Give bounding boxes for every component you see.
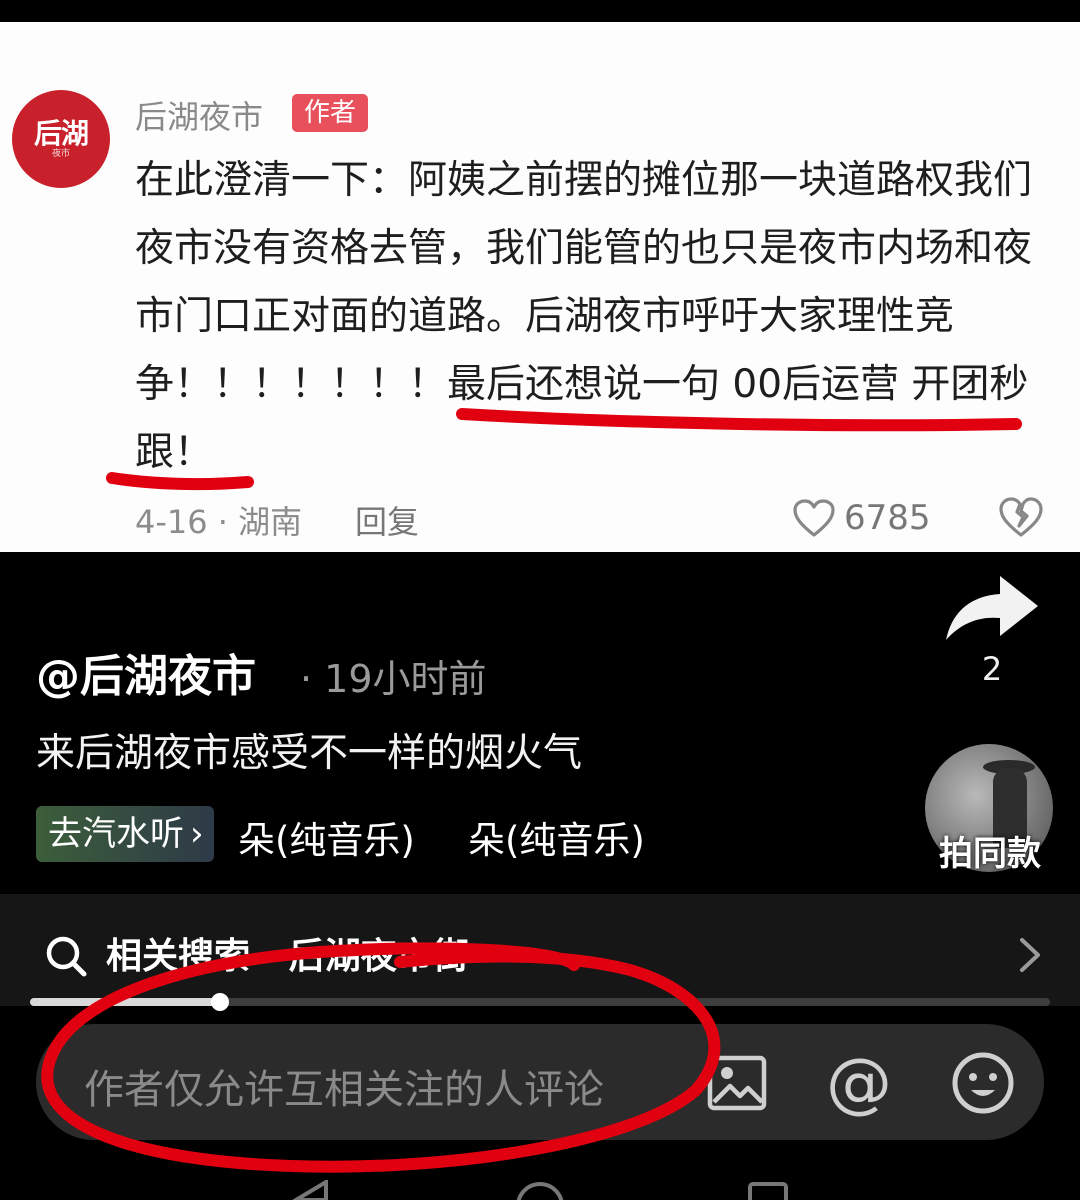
- author-badge: 作者: [292, 94, 368, 132]
- avatar-logo-sub: 夜市: [51, 149, 70, 159]
- system-nav-bar: [292, 1180, 788, 1200]
- video-progress-fill: [30, 998, 220, 1006]
- like-count: 6785: [844, 498, 931, 538]
- nav-recents-icon: [748, 1182, 788, 1200]
- broken-heart-icon[interactable]: [998, 496, 1044, 538]
- music-app-label: 去汽水听: [48, 814, 184, 854]
- music-title[interactable]: 朵(纯音乐): [238, 810, 415, 864]
- author-avatar[interactable]: 后湖 夜市: [12, 90, 110, 188]
- share-count: 2: [981, 650, 1003, 688]
- chevron-right-icon: ›: [190, 814, 204, 854]
- at-mention-icon[interactable]: @: [826, 1048, 892, 1118]
- comment-input-placeholder[interactable]: 作者仅允许互相关注的人评论: [84, 1057, 604, 1115]
- related-search-text[interactable]: 相关搜索 · 后湖夜市街: [106, 927, 469, 979]
- emoji-icon[interactable]: [950, 1050, 1016, 1116]
- same-style-label[interactable]: 拍同款: [930, 826, 1050, 875]
- share-icon[interactable]: [942, 572, 1042, 644]
- status-bar-strip: [0, 0, 1080, 22]
- music-title-repeat[interactable]: 朵(纯音乐): [468, 810, 645, 864]
- reply-button[interactable]: 回复: [355, 497, 419, 543]
- nav-home-icon: [516, 1182, 564, 1200]
- video-post-time: · 19小时前: [300, 657, 487, 701]
- video-progress-bar[interactable]: [30, 993, 1050, 1011]
- video-progress-handle[interactable]: [210, 993, 229, 1011]
- video-description: 来后湖夜市感受不一样的烟火气: [36, 731, 583, 776]
- video-author-handle[interactable]: @后湖夜市: [36, 640, 256, 704]
- heart-icon: [793, 499, 835, 537]
- comment-author-name[interactable]: 后湖夜市: [135, 92, 263, 138]
- nav-back-icon: [292, 1180, 328, 1200]
- like-button[interactable]: 6785: [792, 495, 931, 541]
- chevron-right-icon[interactable]: [1016, 936, 1044, 974]
- pinned-comment-card: 后湖 夜市 后湖夜市 作者 在此澄清一下：阿姨之前摆的摊位那一块道路权我们夜市没…: [0, 22, 1080, 552]
- search-icon: [46, 936, 87, 977]
- comment-date-location: 4-16 · 湖南: [135, 503, 303, 541]
- music-app-chip[interactable]: 去汽水听 ›: [36, 806, 214, 862]
- image-icon[interactable]: [706, 1054, 768, 1112]
- comment-text: 在此澄清一下：阿姨之前摆的摊位那一块道路权我们夜市没有资格去管，我们能管的也只是…: [135, 158, 1033, 475]
- avatar-logo: 后湖: [33, 117, 89, 150]
